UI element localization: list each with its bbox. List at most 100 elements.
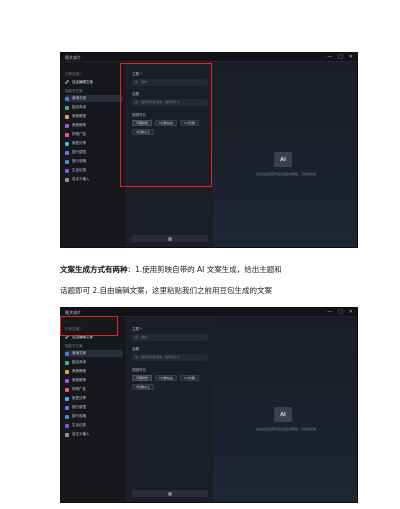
- inspiration-icon: [65, 105, 69, 110]
- sidebar-top-label: 已有文案？: [65, 72, 83, 76]
- sidebar: 已有文案？ 自由编辑文案 智能写文案 营销文案 励志鸡汤 美食教程 美食推荐 好…: [61, 62, 127, 247]
- duration-chip[interactable]: 不限时长: [132, 120, 153, 126]
- custom-icon: [65, 177, 69, 182]
- ai-icon-text: AI: [280, 411, 286, 418]
- words-label: 话题: [132, 347, 139, 351]
- sidebar-section-label: 智能写文案: [65, 344, 83, 348]
- life-log-icon: [65, 423, 69, 428]
- sidebar-item-label: 营销文案: [72, 351, 86, 355]
- preview-panel: AI 在左边设置完毕后点击生成按钮，可生成文案: [213, 62, 357, 247]
- sidebar-item-food-recommend[interactable]: 美食推荐: [65, 122, 123, 129]
- preview-panel: AI 在左边设置完毕后点击生成按钮，可生成文案: [213, 317, 357, 502]
- life-log-icon: [65, 168, 69, 173]
- sidebar-item-label: 旅行攻略: [72, 159, 86, 163]
- sidebar-item-inspiration[interactable]: 励志鸡汤: [65, 104, 123, 111]
- title-bar: 图文成片 — □ ✕: [61, 308, 357, 317]
- home-share-icon: [65, 141, 69, 146]
- generate-icon: [168, 491, 172, 496]
- sidebar-item-custom[interactable]: 自定义输入: [65, 431, 123, 438]
- duration-chip[interactable]: 1分钟左右: [155, 120, 177, 126]
- sidebar-item-label: 美食推荐: [72, 378, 86, 382]
- sidebar-item-food-tutorial[interactable]: 美食教程: [65, 368, 123, 375]
- sidebar-item-label: 自定义输入: [72, 432, 90, 436]
- sidebar-item-label: 旅行感悟: [72, 405, 86, 409]
- window-title: 图文成片: [65, 55, 81, 60]
- sidebar-item-label: 生活记录: [72, 423, 86, 427]
- words-input[interactable]: 如：猫咪的身体语言，猫咪吃什么: [132, 99, 208, 106]
- inspiration-icon: [65, 360, 69, 365]
- sidebar-item-travel-guide[interactable]: 旅行攻略: [65, 413, 123, 420]
- screenshot-2: 图文成片 — □ ✕ 已有文案？ 自由编辑文案 智能写文案 营销文案 励志鸡汤 …: [60, 307, 358, 503]
- close-button[interactable]: ✕: [349, 309, 353, 316]
- caption-line-2: 话题即可 2.自由编辑文案，这里粘贴我们之前用豆包生成的文案: [60, 286, 273, 295]
- travel-guide-icon: [65, 159, 69, 164]
- words-label: 话题: [132, 92, 139, 96]
- travel-guide-icon: [65, 414, 69, 419]
- sidebar-item-product-ad[interactable]: 好物广告: [65, 131, 123, 138]
- generate-button[interactable]: [132, 235, 208, 242]
- sidebar-item-label: 美食教程: [72, 114, 86, 118]
- topic-input[interactable]: 如：猫咪: [132, 79, 208, 86]
- duration-chip[interactable]: 1-3分钟: [179, 120, 199, 126]
- sidebar-item-life-log[interactable]: 生活记录: [65, 167, 123, 174]
- minimize-button[interactable]: —: [327, 309, 332, 316]
- sidebar-section-label: 智能写文案: [65, 89, 83, 93]
- sidebar-item-marketing[interactable]: 营销文案: [65, 95, 123, 102]
- free-edit-label: 自由编辑文案: [72, 79, 93, 84]
- sidebar-item-food-recommend[interactable]: 美食推荐: [65, 377, 123, 384]
- sidebar-item-travel-thoughts[interactable]: 旅行感悟: [65, 404, 123, 411]
- topic-input[interactable]: 如：猫咪: [132, 334, 208, 341]
- food-recommend-icon: [65, 123, 69, 128]
- maximize-button[interactable]: □: [338, 54, 343, 61]
- duration-chip[interactable]: 1-3分钟: [179, 375, 199, 381]
- maximize-button[interactable]: □: [338, 309, 343, 316]
- sidebar-item-life-log[interactable]: 生活记录: [65, 422, 123, 429]
- sidebar-item-label: 营销文案: [72, 96, 86, 100]
- food-tutorial-icon: [65, 369, 69, 374]
- topic-label: 主题 *: [132, 327, 142, 331]
- words-input[interactable]: 如：猫咪的身体语言，猫咪吃什么: [132, 354, 208, 361]
- caption-rest: ：1.使用剪映自带的 AI 文案生成，给出主题和: [127, 265, 282, 274]
- sidebar-item-home-share[interactable]: 家居分享: [65, 140, 123, 147]
- sidebar-item-label: 家居分享: [72, 141, 86, 145]
- sidebar-item-label: 自定义输入: [72, 177, 90, 181]
- sidebar-item-label: 好物广告: [72, 387, 86, 391]
- screenshot-1: 图文成片 — □ ✕ 已有文案？ 自由编辑文案 智能写文案 营销文案 励志鸡汤 …: [60, 52, 358, 248]
- length-label: 视频时长: [132, 368, 146, 372]
- duration-chip[interactable]: 3分钟以上: [132, 129, 154, 135]
- title-bar: 图文成片 — □ ✕: [61, 53, 357, 62]
- sidebar-item-label: 励志鸡汤: [72, 360, 86, 364]
- window-title: 图文成片: [65, 310, 81, 315]
- food-tutorial-icon: [65, 114, 69, 119]
- sidebar-item-label: 家居分享: [72, 396, 86, 400]
- sidebar-item-marketing[interactable]: 营销文案: [65, 350, 123, 357]
- generate-button[interactable]: [132, 490, 208, 497]
- close-button[interactable]: ✕: [349, 54, 353, 61]
- sidebar-item-food-tutorial[interactable]: 美食教程: [65, 113, 123, 120]
- free-edit-button[interactable]: 自由编辑文案: [65, 334, 93, 340]
- sidebar-item-label: 好物广告: [72, 132, 86, 136]
- duration-chip[interactable]: 不限时长: [132, 375, 153, 381]
- length-label: 视频时长: [132, 113, 146, 117]
- generate-icon: [168, 236, 172, 241]
- ai-icon: AI: [274, 152, 292, 167]
- sidebar-item-product-ad[interactable]: 好物广告: [65, 386, 123, 393]
- sidebar-item-home-share[interactable]: 家居分享: [65, 395, 123, 402]
- duration-chip[interactable]: 3分钟以上: [132, 384, 154, 390]
- sidebar-item-label: 生活记录: [72, 168, 86, 172]
- duration-chip[interactable]: 1分钟左右: [155, 375, 177, 381]
- caption-bold: 文案生成方式有两种: [60, 265, 128, 274]
- free-edit-button[interactable]: 自由编辑文案: [65, 79, 93, 85]
- sidebar-item-inspiration[interactable]: 励志鸡汤: [65, 359, 123, 366]
- pen-icon: [65, 80, 69, 84]
- sidebar-item-custom[interactable]: 自定义输入: [65, 176, 123, 183]
- sidebar-item-travel-thoughts[interactable]: 旅行感悟: [65, 149, 123, 156]
- travel-thoughts-icon: [65, 405, 69, 410]
- minimize-button[interactable]: —: [327, 54, 332, 61]
- product-ad-icon: [65, 387, 69, 392]
- marketing-icon: [65, 96, 69, 101]
- topic-label: 主题 *: [132, 72, 142, 76]
- sidebar-item-travel-guide[interactable]: 旅行攻略: [65, 158, 123, 165]
- product-ad-icon: [65, 132, 69, 137]
- sidebar-item-label: 励志鸡汤: [72, 105, 86, 109]
